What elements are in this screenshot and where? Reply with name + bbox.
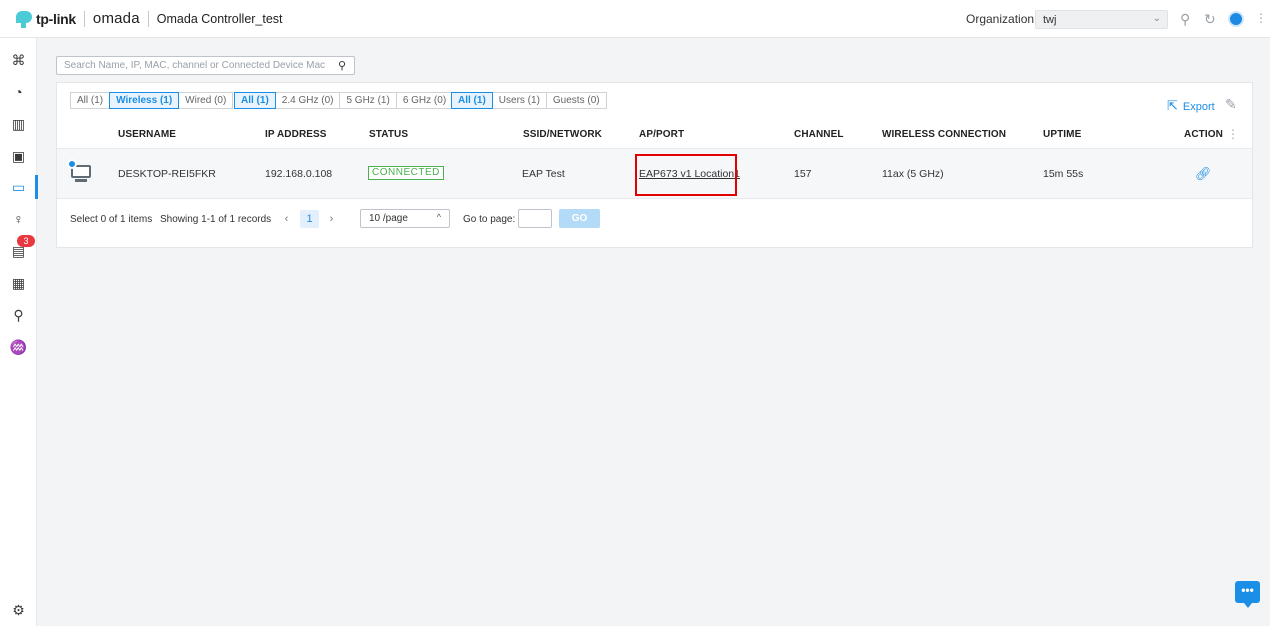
wireless-client-icon — [67, 159, 91, 183]
filter-type-wired[interactable]: Wired (0) — [178, 92, 234, 109]
filter-role-all[interactable]: All (1) — [451, 92, 493, 109]
reports-icon: ♒ — [9, 338, 28, 355]
pagination: Select 0 of 1 items Showing 1-1 of 1 rec… — [57, 209, 1252, 231]
sidebar-item-map[interactable]: ▥ — [0, 110, 37, 138]
tp-link-logo-icon — [12, 8, 34, 30]
sidebar-item-settings[interactable]: ⚙ — [0, 596, 37, 624]
filter-band-6g[interactable]: 6 GHz (0) — [395, 92, 454, 109]
organization-value: twj — [1043, 14, 1057, 26]
clients-card: All (1) Wireless (1) Wired (0) All (1) 2… — [56, 82, 1253, 248]
col-ap-port[interactable]: AP/PORT — [639, 129, 684, 140]
band-filter: All (1) 2.4 GHz (0) 5 GHz (1) 6 GHz (0) — [234, 92, 454, 109]
search-input[interactable] — [57, 57, 327, 74]
sidebar-item-insight[interactable]: ♀ — [0, 205, 37, 233]
records-summary: Showing 1-1 of 1 records — [160, 214, 272, 225]
go-button[interactable]: GO — [559, 209, 600, 228]
export-label: Export — [1182, 101, 1215, 113]
organization-label: Organization: — [966, 12, 1038, 26]
search-icon[interactable]: ⚲ — [1180, 11, 1190, 28]
col-uptime[interactable]: UPTIME — [1043, 129, 1081, 140]
brand-name: tp-link — [36, 10, 76, 27]
cell-ip: 192.168.0.108 — [265, 168, 333, 180]
cell-username[interactable]: DESKTOP-REI5FKR — [118, 168, 216, 180]
col-wireless-connection[interactable]: WIRELESS CONNECTION — [882, 129, 1006, 140]
status-badge: CONNECTED — [368, 166, 444, 180]
export-button[interactable]: ⇱ Export — [1167, 98, 1215, 114]
more-icon[interactable]: ⋮ — [1255, 11, 1267, 25]
sidebar-item-devices[interactable]: ▣ — [0, 142, 37, 170]
sidebar-item-clients[interactable]: ▭ — [0, 173, 38, 201]
sidebar-item-reports[interactable]: ♒ — [0, 333, 37, 361]
sidebar: ⌘ ◔ ▥ ▣ ▭ ♀ ▤ 3 ▦ ⚲ ♒ ⚙ — [0, 38, 38, 626]
cell-uptime: 15m 55s — [1043, 168, 1084, 180]
table-row[interactable]: DESKTOP-REI5FKR 192.168.0.108 CONNECTED … — [57, 148, 1252, 199]
link-icon[interactable]: 🔗︎ — [1195, 166, 1212, 182]
page-number[interactable]: 1 — [300, 210, 319, 228]
cell-ssid: EAP Test — [522, 168, 565, 180]
col-ip-address[interactable]: IP ADDRESS — [265, 129, 327, 140]
filter-role-guests[interactable]: Guests (0) — [545, 92, 607, 109]
gear-icon: ⚙ — [12, 601, 25, 618]
filter-band-5g[interactable]: 5 GHz (1) — [339, 92, 397, 109]
filter-type-all[interactable]: All (1) — [70, 92, 111, 109]
map-icon: ▥ — [11, 115, 26, 132]
page-size-value: 10 /page — [369, 213, 408, 224]
top-bar: tp-link omada Omada Controller_test Orga… — [0, 0, 1270, 38]
prev-page-icon[interactable]: ‹ — [277, 210, 296, 228]
insight-icon: ♀ — [13, 211, 24, 227]
highlight-box — [635, 154, 737, 196]
divider — [147, 10, 149, 27]
devices-icon: ▣ — [11, 147, 26, 164]
export-icon: ⇱ — [1167, 98, 1178, 113]
chevron-up-icon: ^ — [436, 212, 441, 222]
sidebar-item-logs[interactable]: ▦ — [0, 269, 37, 297]
col-ssid-network[interactable]: SSID/NETWORK — [523, 129, 602, 140]
col-status[interactable]: STATUS — [369, 129, 408, 140]
type-filter: All (1) Wireless (1) Wired (0) — [70, 92, 234, 109]
filter-type-wireless[interactable]: Wireless (1) — [109, 92, 180, 109]
goto-page-input[interactable] — [518, 209, 552, 228]
sidebar-item-dashboard[interactable]: ⌘ — [0, 46, 37, 74]
chevron-down-icon: ⌄ — [1152, 13, 1161, 24]
search-icon[interactable]: ⚲ — [338, 59, 346, 72]
clients-icon: ▭ — [11, 178, 26, 195]
table-header: USERNAME IP ADDRESS STATUS SSID/NETWORK … — [57, 121, 1252, 148]
col-username[interactable]: USERNAME — [118, 129, 176, 140]
chat-icon[interactable]: ••• — [1235, 581, 1260, 608]
cell-channel: 157 — [794, 168, 812, 180]
divider — [83, 10, 85, 27]
search-box: ⚲ — [56, 56, 355, 75]
statistics-icon: ◔ — [14, 84, 23, 100]
logs-icon: ▦ — [11, 274, 26, 291]
col-action: ACTION — [1184, 129, 1223, 140]
tp-link-logo[interactable]: tp-link omada Omada Controller_test — [12, 0, 283, 38]
alerts-badge: 3 — [17, 235, 35, 247]
sidebar-item-alerts[interactable]: ▤ 3 — [0, 235, 37, 265]
sidebar-item-tools[interactable]: ⚲ — [0, 301, 37, 329]
tools-icon: ⚲ — [13, 306, 24, 323]
column-menu-icon[interactable]: ⋮ — [1227, 127, 1239, 141]
next-page-icon[interactable]: › — [322, 210, 341, 228]
product-name: omada — [92, 10, 140, 27]
filter-band-all[interactable]: All (1) — [234, 92, 276, 109]
filter-band-2g[interactable]: 2.4 GHz (0) — [274, 92, 341, 109]
avatar[interactable] — [1228, 11, 1244, 27]
refresh-icon[interactable]: ↻ — [1204, 11, 1216, 28]
col-channel[interactable]: CHANNEL — [794, 129, 844, 140]
organization-select[interactable]: twj ⌄ — [1035, 10, 1168, 29]
dashboard-icon: ⌘ — [11, 51, 26, 68]
selected-count: Select 0 of 1 items — [70, 214, 153, 225]
role-filter: All (1) Users (1) Guests (0) — [451, 92, 607, 109]
goto-label: Go to page: — [463, 214, 516, 225]
sidebar-item-statistics[interactable]: ◔ — [0, 78, 37, 106]
filter-role-users[interactable]: Users (1) — [491, 92, 547, 109]
cell-wireless-connection: 11ax (5 GHz) — [882, 168, 944, 180]
edit-columns-icon[interactable]: ✎ — [1225, 96, 1237, 113]
controller-name: Omada Controller_test — [156, 11, 283, 26]
page-size-select[interactable]: 10 /page ^ — [360, 209, 450, 228]
